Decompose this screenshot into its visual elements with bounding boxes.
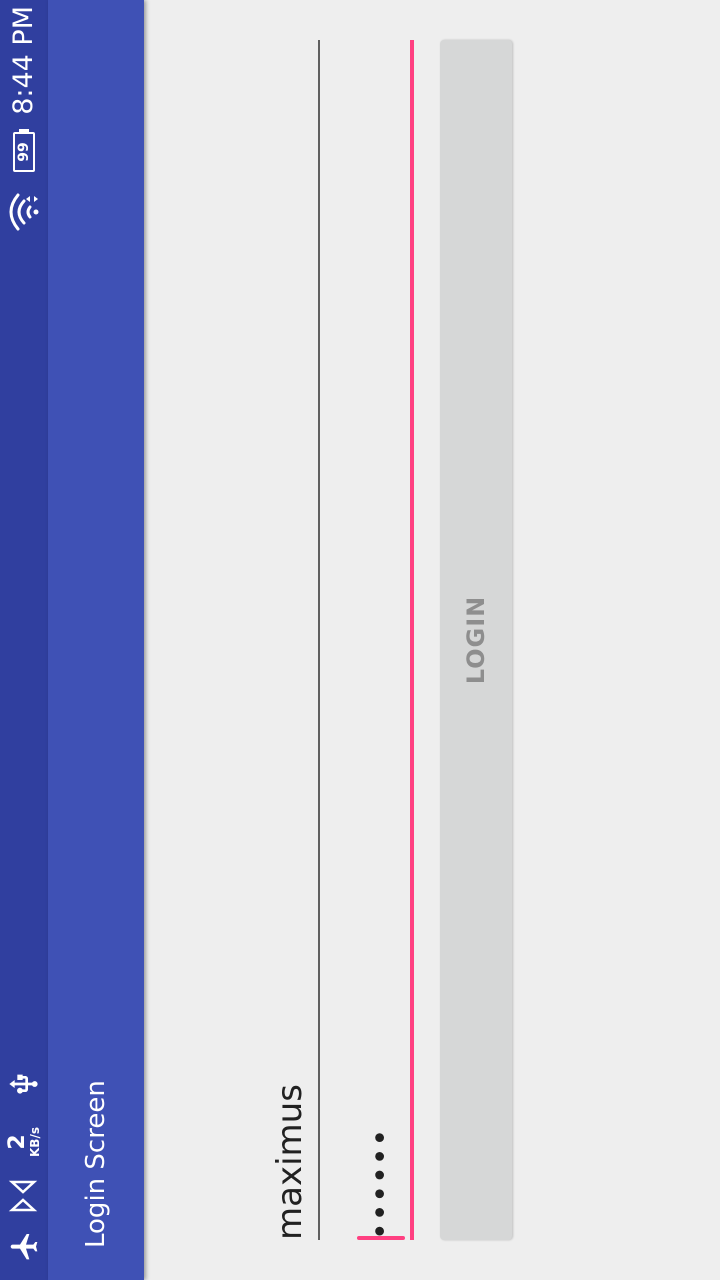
username-underline [318, 40, 320, 1240]
network-speed-unit: KB/s [28, 1127, 42, 1157]
password-underline [410, 40, 414, 1240]
app-toolbar: Login Screen [48, 0, 144, 1280]
login-button[interactable]: LOGIN [440, 40, 512, 1240]
usb-icon [9, 1074, 38, 1094]
username-field[interactable]: maximus [240, 40, 320, 1240]
airplane-mode-icon [10, 1234, 38, 1260]
wifi-icon [9, 193, 39, 231]
network-speed: 2 KB/s [4, 1122, 44, 1162]
status-time: 8:44 PM [8, 6, 39, 115]
status-bar: 2 KB/s 99 8:44 PM [0, 0, 48, 1280]
network-speed-value: 2 [5, 1134, 30, 1150]
screen: 2 KB/s 99 8:44 PM Login Screen maximus •… [0, 0, 720, 1280]
password-field[interactable]: •••••• [330, 40, 414, 1240]
data-transfer-icon [8, 1180, 38, 1212]
app-frame: 2 KB/s 99 8:44 PM Login Screen maximus •… [0, 0, 720, 1280]
text-cursor-handle[interactable] [357, 1236, 405, 1240]
battery-level: 99 [16, 142, 32, 162]
password-value: •••••• [364, 1127, 399, 1240]
username-value: maximus [270, 1084, 310, 1240]
toolbar-title: Login Screen [81, 1080, 111, 1248]
battery-icon: 99 [13, 132, 35, 172]
battery-tip [19, 129, 29, 132]
